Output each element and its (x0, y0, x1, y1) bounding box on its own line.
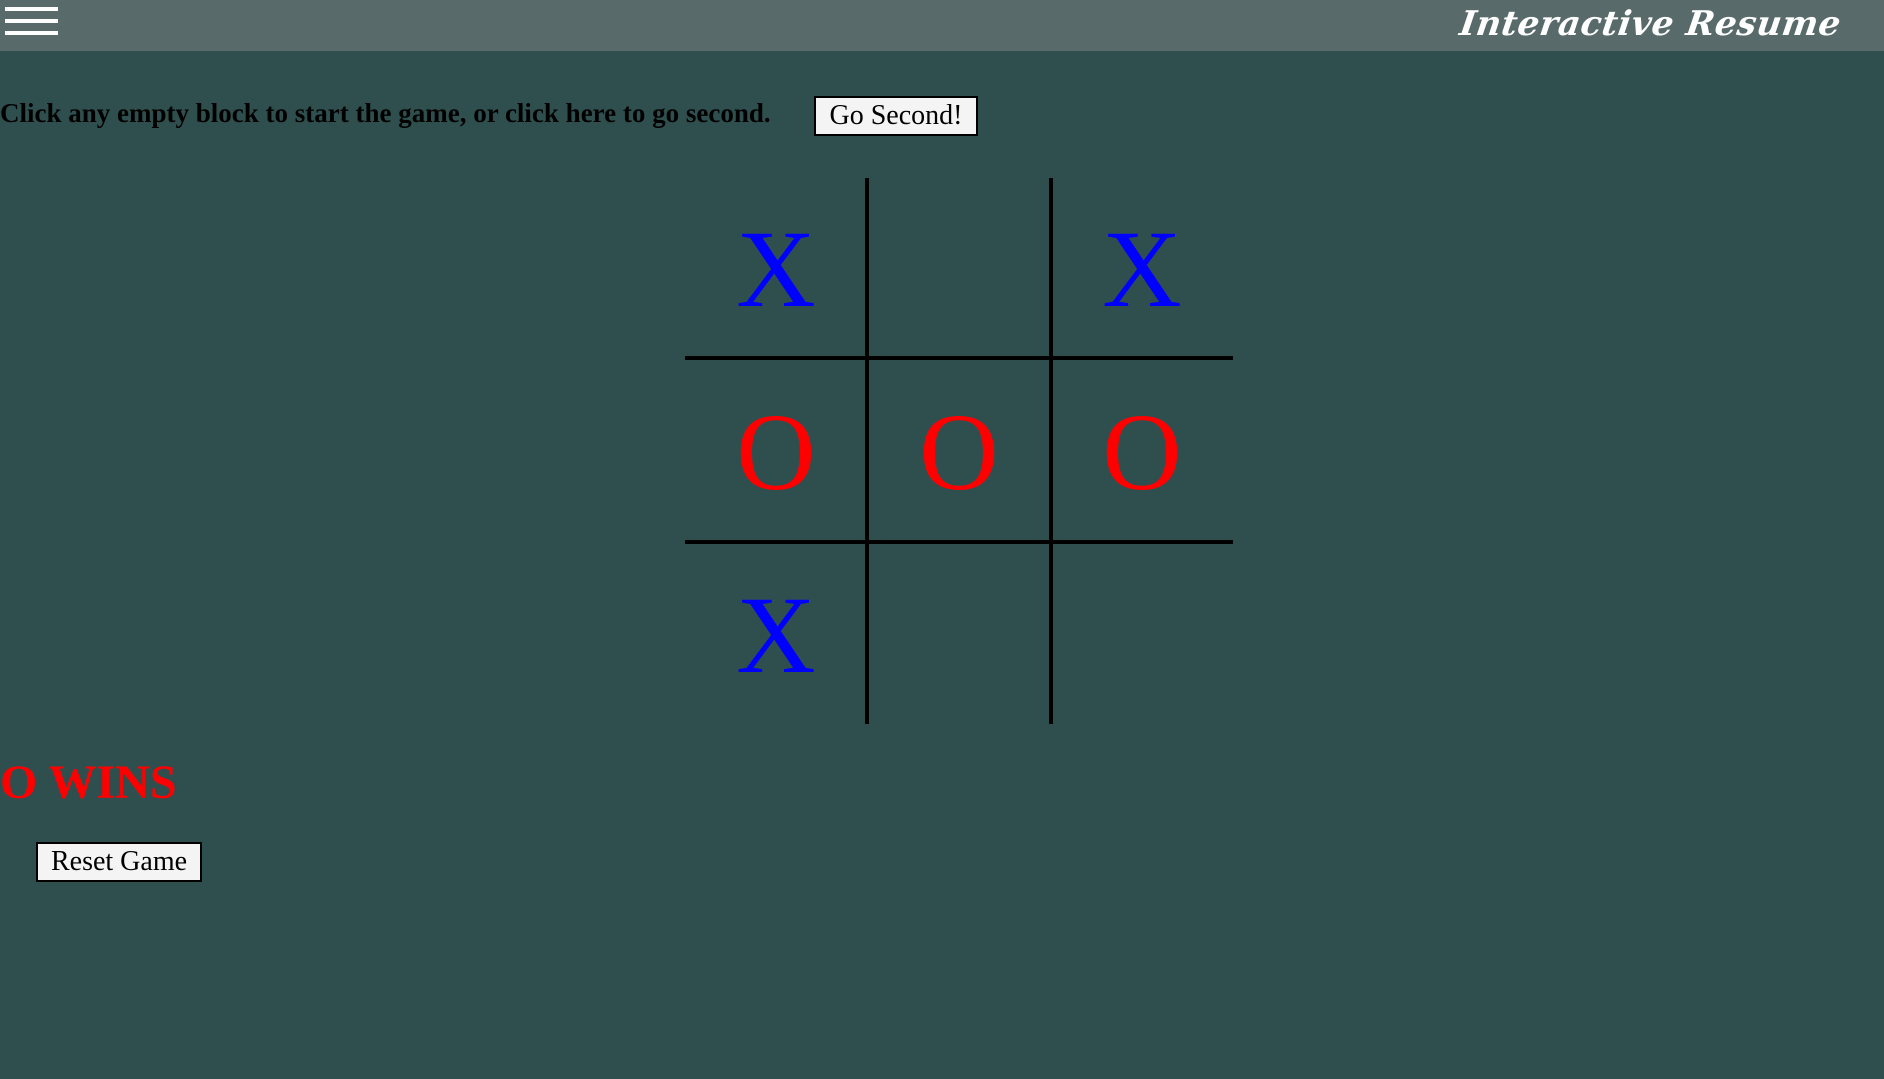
board-cell-r1c3[interactable]: X (1051, 178, 1233, 360)
cell-mark: X (736, 208, 816, 330)
cell-mark: O (736, 391, 816, 513)
hamburger-line (5, 19, 58, 23)
board-cell-r3c3[interactable] (1051, 544, 1233, 726)
grid-line-horizontal (685, 356, 1233, 360)
board-cell-r2c3[interactable]: O (1051, 361, 1233, 543)
cell-mark: O (919, 391, 999, 513)
board-cell-r1c2[interactable] (868, 178, 1050, 360)
cell-mark: O (1102, 391, 1182, 513)
grid-line-vertical (1049, 178, 1053, 724)
game-result-text: O WINS (0, 756, 177, 809)
board-cell-r2c1[interactable]: O (685, 361, 867, 543)
cell-mark: X (736, 574, 816, 696)
board-cell-r3c1[interactable]: X (685, 544, 867, 726)
go-second-button[interactable]: Go Second! (814, 96, 978, 136)
tic-tac-toe-board: X X O O O X (685, 178, 1233, 724)
board-cell-r3c2[interactable] (868, 544, 1050, 726)
hamburger-menu-icon[interactable] (5, 7, 58, 39)
board-cell-r2c2[interactable]: O (868, 361, 1050, 543)
hamburger-line (5, 31, 58, 35)
grid-line-vertical (865, 178, 869, 724)
grid-line-horizontal (685, 540, 1233, 544)
reset-game-button[interactable]: Reset Game (36, 842, 202, 882)
site-brand-title[interactable]: Interactive Resume (1457, 4, 1843, 44)
cell-mark: X (1102, 208, 1182, 330)
top-navigation-bar: Interactive Resume (0, 0, 1884, 51)
board-cell-r1c1[interactable]: X (685, 178, 867, 360)
game-instructions: Click any empty block to start the game,… (0, 98, 771, 128)
hamburger-line (5, 7, 58, 11)
